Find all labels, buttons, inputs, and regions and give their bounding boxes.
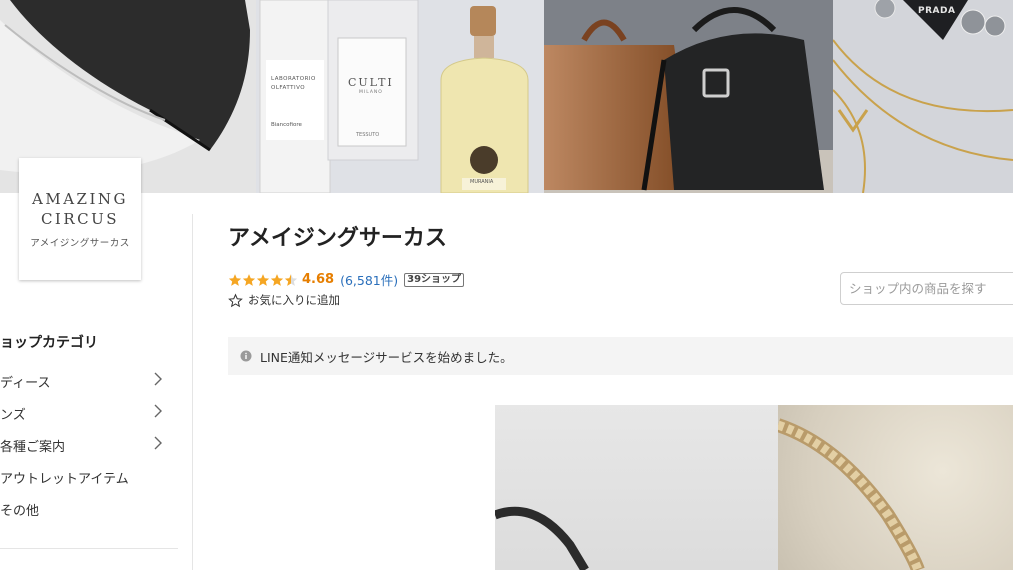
category-label: ンズ [0,408,26,423]
star-full-icon [242,273,256,286]
category-list: ディース ンズ 各種ご案内 アウトレットアイテム その他 [0,368,170,528]
category-item-mens[interactable]: ンズ [0,400,170,432]
pendant-text: PRADA [918,6,956,16]
star-half-icon [284,273,298,286]
rating-row: 4.68 (6,581件) 39ショップ [228,270,465,289]
bottle-name: TESSUTO [356,132,380,138]
category-label: 各種ご案内 [0,440,66,455]
shop-count-badge: 39ショップ [404,272,465,287]
category-item-outlet[interactable]: アウトレットアイテム [0,464,170,496]
logo-subtitle: アメイジングサーカス [30,238,130,249]
category-item-guide[interactable]: 各種ご案内 [0,432,170,464]
chevron-right-icon [154,372,162,386]
category-label: アウトレットアイテム [0,472,129,487]
bottle-label-line1: LABORATORIO [271,76,316,82]
add-favorite-label: お気に入りに追加 [248,293,340,307]
chevron-right-icon [154,404,162,418]
category-label: ディース [0,376,51,391]
chevron-right-icon [154,436,162,450]
shop-title: アメイジングサーカス [228,226,447,251]
banner-image-perfume: LABORATORIO OLFATTIVO Biancofiore CULTI … [256,0,544,193]
category-item-ladies[interactable]: ディース [0,368,170,400]
bottle-label-line2: OLFATTIVO [271,85,306,91]
category-heading: ョップカテゴリ [0,335,98,351]
bottle-label-line3: Biancofiore [271,122,302,128]
star-full-icon [256,273,270,286]
bottle-city: MILANO [359,90,383,95]
notice-banner[interactable]: LINE通知メッセージサービスを始めました。 [228,337,1013,375]
star-full-icon [270,273,284,286]
banner-image-handbags [544,0,833,193]
category-item-other[interactable]: その他 [0,496,170,528]
bottle-brand-culti: CULTI [348,76,394,89]
logo-text-line1: AMAZING [32,190,128,208]
shop-search-box[interactable] [840,272,1013,305]
rating-stars [228,273,298,287]
sidebar-separator [0,548,178,549]
rating-score: 4.68 [302,272,335,287]
hero-banner: LABORATORIO OLFATTIVO Biancofiore CULTI … [0,0,1013,193]
add-favorite-button[interactable]: お気に入りに追加 [228,292,340,308]
review-count-link[interactable]: (6,581件) [340,270,398,289]
featured-image-strap[interactable] [778,405,1013,570]
notice-text: LINE通知メッセージサービスを始めました。 [260,349,513,365]
banner-image-necklace: PRADA [833,0,1013,193]
logo-text-line2: CIRCUS [40,210,120,228]
bottle-brand-right: MURANIA [470,179,494,185]
sidebar-divider [192,214,193,570]
info-icon [240,350,252,362]
star-full-icon [228,273,242,286]
category-label: その他 [0,504,40,519]
featured-image-bag[interactable] [495,405,778,570]
shop-search-input[interactable] [841,273,1013,304]
star-outline-icon [228,293,243,307]
shop-logo[interactable]: AMAZING CIRCUS アメイジングサーカス [19,158,141,280]
